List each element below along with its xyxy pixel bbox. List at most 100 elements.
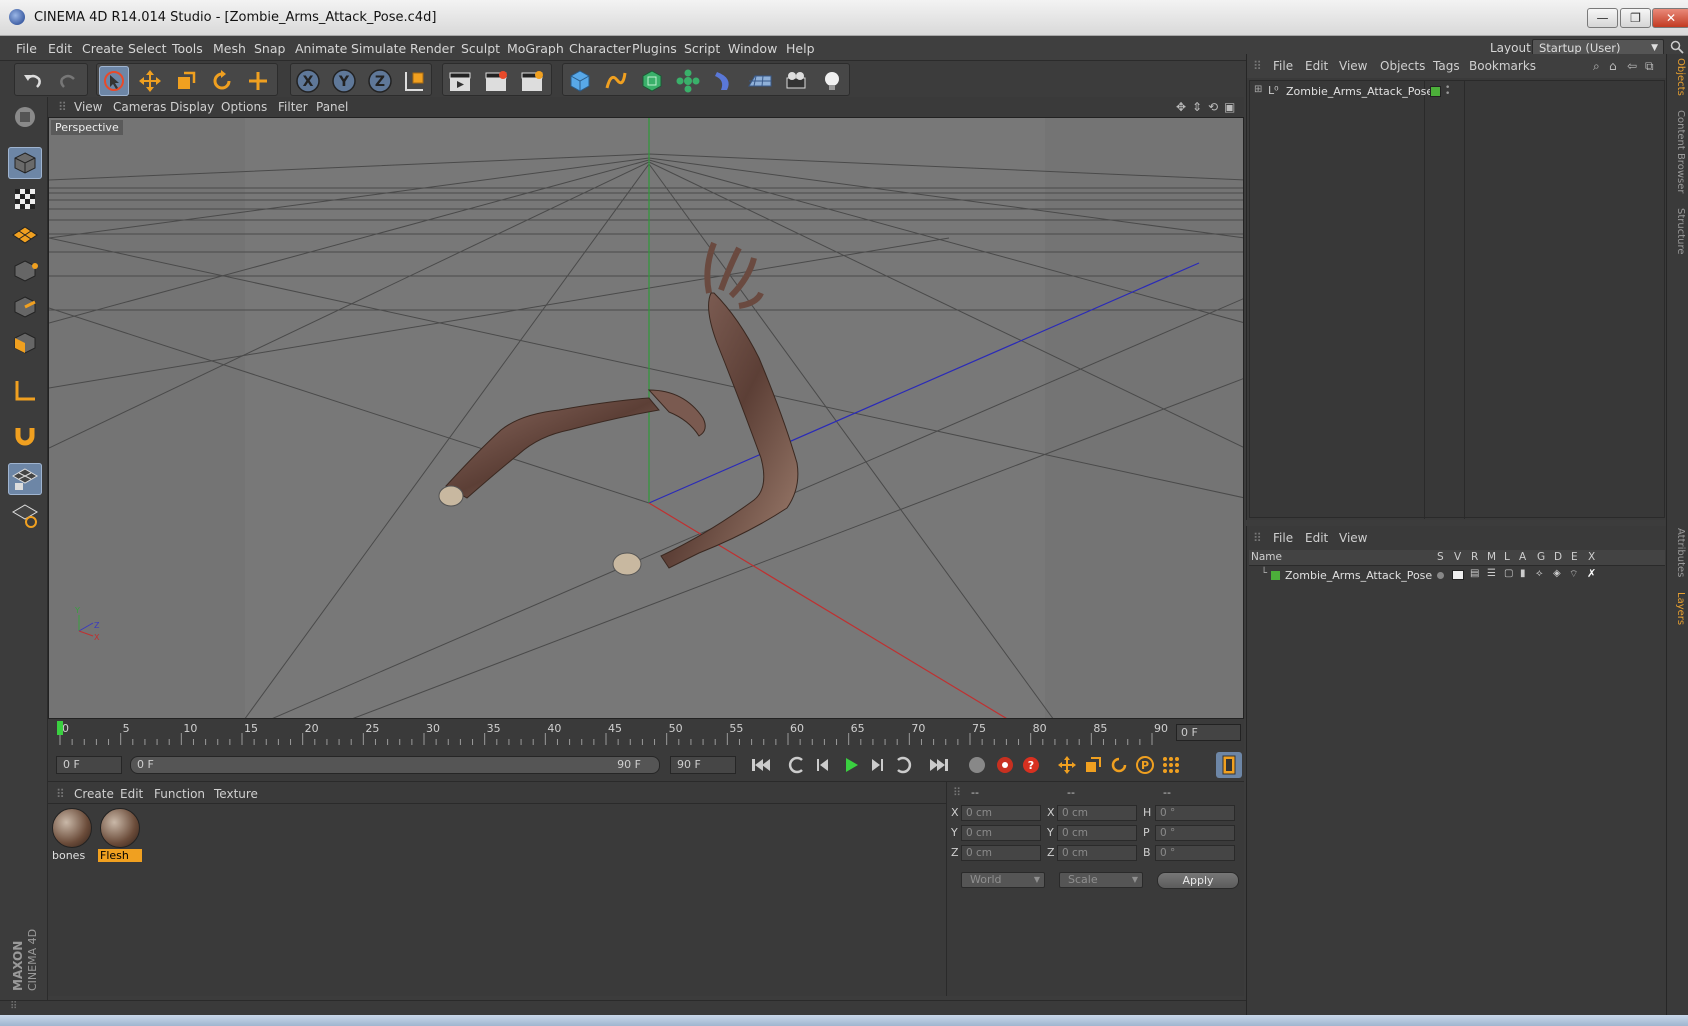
size-z-field[interactable]: 0 cm xyxy=(1057,845,1137,861)
scale-button[interactable] xyxy=(171,66,201,96)
x-axis-button[interactable]: X xyxy=(293,66,323,96)
polygons-mode-button[interactable] xyxy=(8,327,42,359)
lock-workplane-button[interactable] xyxy=(8,463,42,495)
viewport-maximize-icon[interactable]: ▣ xyxy=(1224,100,1235,114)
deformer-button[interactable] xyxy=(709,66,739,96)
minimize-button[interactable]: — xyxy=(1587,8,1618,28)
coordinate-system-button[interactable] xyxy=(399,66,429,96)
render-picture-viewer-button[interactable] xyxy=(481,66,511,96)
viewport-rotate-icon[interactable]: ⟲ xyxy=(1208,100,1218,114)
deformer-icon[interactable]: ◈ xyxy=(1553,568,1561,579)
viewport-menu-display[interactable]: Display xyxy=(170,100,214,114)
new-window-icon[interactable]: ⧉ xyxy=(1645,59,1654,74)
menu-character[interactable]: Character xyxy=(569,41,631,56)
texture-mode-button[interactable] xyxy=(8,183,42,215)
edges-mode-button[interactable] xyxy=(8,291,42,323)
animation-film-icon[interactable]: ▮ xyxy=(1520,568,1526,579)
undo-button[interactable] xyxy=(18,66,48,96)
position-x-field[interactable]: 0 cm xyxy=(961,805,1041,821)
subdivision-surface-button[interactable] xyxy=(637,66,667,96)
layer-row[interactable]: └ Zombie_Arms_Attack_Pose ▤ ☰ ▢ ▮ ⟡ ◈ ⌔ … xyxy=(1249,567,1665,585)
y-axis-button[interactable]: Y xyxy=(329,66,359,96)
objects-menu-view[interactable]: View xyxy=(1339,59,1367,73)
menu-window[interactable]: Window xyxy=(728,41,777,56)
rotation-p-field[interactable]: 0 ° xyxy=(1155,825,1235,841)
timeline-ruler[interactable]: 0 5 10 15 20 25 30 35 40 45 50 55 60 65 70 75 80 85 90 0 F xyxy=(48,719,1244,749)
position-z-field[interactable]: 0 cm xyxy=(961,845,1041,861)
render-view-button[interactable] xyxy=(445,66,475,96)
home-icon[interactable]: ⌂ xyxy=(1609,59,1617,73)
size-y-field[interactable]: 0 cm xyxy=(1057,825,1137,841)
playhead-marker[interactable] xyxy=(57,721,63,735)
spline-button[interactable] xyxy=(601,66,631,96)
array-button[interactable] xyxy=(673,66,703,96)
manager-tree-icon[interactable]: ☰ xyxy=(1487,568,1496,579)
layer-color-tag[interactable] xyxy=(1430,86,1441,97)
make-editable-button[interactable] xyxy=(8,101,42,133)
live-selection-button[interactable] xyxy=(99,66,129,96)
viewport-menu-panel[interactable]: Panel xyxy=(316,100,348,114)
add-tool-button[interactable] xyxy=(243,66,273,96)
floor-button[interactable] xyxy=(745,66,775,96)
expression-icon[interactable]: ⌔ xyxy=(1569,568,1578,581)
tab-layers[interactable]: Layers xyxy=(1670,592,1686,625)
tab-attributes[interactable]: Attributes xyxy=(1670,528,1686,577)
previous-frame-button[interactable] xyxy=(810,752,836,778)
material-menu-texture[interactable]: Texture xyxy=(214,787,258,801)
menu-snap[interactable]: Snap xyxy=(254,41,285,56)
eye-visible-icon[interactable] xyxy=(1452,570,1464,580)
key-scale-button[interactable] xyxy=(1080,752,1106,778)
next-key-button[interactable] xyxy=(890,752,916,778)
model-mode-button[interactable] xyxy=(8,147,42,179)
workplane-mode-button[interactable] xyxy=(8,219,42,251)
tab-structure[interactable]: Structure xyxy=(1670,208,1686,255)
rotation-b-field[interactable]: 0 ° xyxy=(1155,845,1235,861)
key-position-button[interactable] xyxy=(1054,752,1080,778)
key-pla-button[interactable] xyxy=(1158,752,1184,778)
rotate-button[interactable] xyxy=(207,66,237,96)
menu-script[interactable]: Script xyxy=(684,41,720,56)
viewport-menu-cameras[interactable]: Cameras xyxy=(113,100,166,114)
search-icon[interactable] xyxy=(1670,40,1684,54)
visibility-dots-icon[interactable]: • • xyxy=(1445,84,1450,99)
menu-create[interactable]: Create xyxy=(82,41,124,56)
menu-render[interactable]: Render xyxy=(410,41,455,56)
expand-icon[interactable]: ⊞ xyxy=(1254,84,1262,95)
menu-edit[interactable]: Edit xyxy=(48,41,72,56)
next-frame-button[interactable] xyxy=(864,752,890,778)
current-frame-field[interactable]: 0 F xyxy=(1176,724,1241,741)
lock-icon[interactable]: ▢ xyxy=(1504,568,1513,579)
material-swatch-flesh[interactable]: Flesh xyxy=(98,806,142,862)
position-y-field[interactable]: 0 cm xyxy=(961,825,1041,841)
go-to-end-button[interactable] xyxy=(926,752,952,778)
viewport-menu-view[interactable]: View xyxy=(74,100,102,114)
axis-mode-button[interactable] xyxy=(8,375,42,407)
record-button[interactable] xyxy=(992,752,1018,778)
menu-help[interactable]: Help xyxy=(786,41,815,56)
layers-menu-edit[interactable]: Edit xyxy=(1305,531,1328,545)
end-frame-field[interactable]: 90 F xyxy=(670,756,736,774)
menu-simulate[interactable]: Simulate xyxy=(351,41,406,56)
3d-viewport[interactable]: Y Z X Perspective xyxy=(48,117,1244,719)
material-menu-function[interactable]: Function xyxy=(154,787,205,801)
autokey-button[interactable]: ? xyxy=(1018,752,1044,778)
coordinate-mode-dropdown[interactable]: World ▼ xyxy=(961,872,1045,888)
camera-button[interactable] xyxy=(781,66,811,96)
objects-menu-tags[interactable]: Tags xyxy=(1433,59,1460,73)
render-clapper-icon[interactable]: ▤ xyxy=(1470,568,1479,579)
tab-objects[interactable]: Objects xyxy=(1670,58,1686,96)
apply-button[interactable]: Apply xyxy=(1157,872,1239,889)
material-menu-create[interactable]: Create xyxy=(74,787,114,801)
material-swatch-bones[interactable]: bones xyxy=(50,806,94,862)
viewport-menu-filter[interactable]: Filter xyxy=(278,100,308,114)
material-menu-edit[interactable]: Edit xyxy=(120,787,143,801)
light-button[interactable] xyxy=(817,66,847,96)
generator-icon[interactable]: ⟡ xyxy=(1536,568,1543,579)
menu-mesh[interactable]: Mesh xyxy=(213,41,246,56)
rotation-h-field[interactable]: 0 ° xyxy=(1155,805,1235,821)
viewport-move-icon[interactable]: ✥ xyxy=(1176,100,1186,114)
tab-content-browser[interactable]: Content Browser xyxy=(1670,110,1686,193)
xref-icon[interactable]: ✗ xyxy=(1587,567,1596,580)
menu-select[interactable]: Select xyxy=(128,41,167,56)
maximize-button[interactable]: ❐ xyxy=(1620,8,1651,28)
